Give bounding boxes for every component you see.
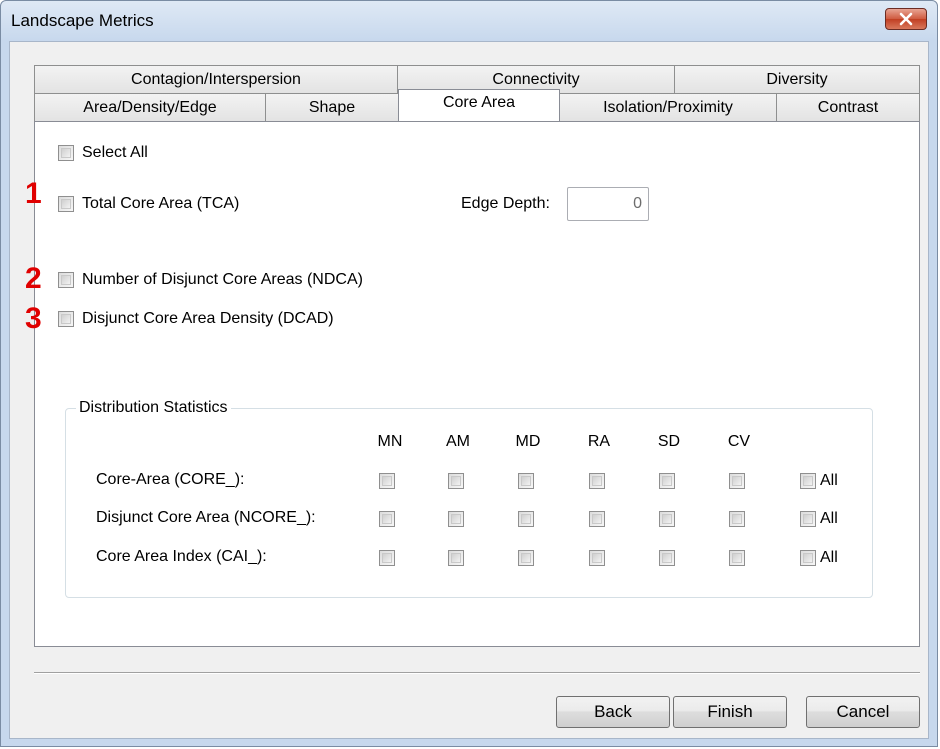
dcad-label: Disjunct Core Area Density (DCAD) [82, 310, 334, 327]
finish-button[interactable]: Finish [673, 696, 787, 728]
ncore-cv-checkbox[interactable] [729, 511, 745, 527]
edge-depth-label: Edge Depth: [461, 195, 550, 212]
core-ra-checkbox[interactable] [589, 473, 605, 489]
column-header-mn: MN [377, 433, 403, 450]
core-md-checkbox[interactable] [518, 473, 534, 489]
core-sd-checkbox[interactable] [659, 473, 675, 489]
tca-checkbox[interactable] [58, 196, 74, 212]
annotation-2: 2 [25, 262, 42, 295]
dialog-window: Landscape Metrics Contagion/Interspersio… [0, 0, 938, 747]
close-icon [899, 12, 913, 26]
ncore-all-checkbox[interactable] [800, 511, 816, 527]
dialog-client: Contagion/Interspersion Connectivity Div… [9, 41, 929, 739]
annotation-1: 1 [25, 177, 42, 210]
column-header-md: MD [515, 433, 541, 450]
cai-am-checkbox[interactable] [448, 550, 464, 566]
core-cv-checkbox[interactable] [729, 473, 745, 489]
title-bar[interactable]: Landscape Metrics [1, 1, 937, 41]
tab-area-density-edge[interactable]: Area/Density/Edge [34, 93, 266, 121]
tab-contrast[interactable]: Contrast [776, 93, 920, 121]
select-all-label: Select All [82, 144, 148, 161]
cai-all-label: All [820, 549, 838, 566]
core-mn-checkbox[interactable] [379, 473, 395, 489]
core-all-checkbox[interactable] [800, 473, 816, 489]
dcad-checkbox[interactable] [58, 311, 74, 327]
ncore-md-checkbox[interactable] [518, 511, 534, 527]
tab-shape[interactable]: Shape [265, 93, 399, 121]
tab-diversity[interactable]: Diversity [674, 65, 920, 93]
cai-md-checkbox[interactable] [518, 550, 534, 566]
cancel-button[interactable]: Cancel [806, 696, 920, 728]
cai-row-label: Core Area Index (CAI_): [96, 548, 267, 565]
edge-depth-input[interactable]: 0 [567, 187, 649, 221]
distribution-statistics-title: Distribution Statistics [76, 399, 231, 417]
ncore-all-label: All [820, 510, 838, 527]
back-button[interactable]: Back [556, 696, 670, 728]
cai-sd-checkbox[interactable] [659, 550, 675, 566]
distribution-statistics-group: Distribution Statistics MN AM MD RA SD C… [65, 399, 873, 598]
ncore-sd-checkbox[interactable] [659, 511, 675, 527]
core-area-panel: Select All 1 Total Core Area (TCA) Edge … [25, 121, 920, 647]
ncore-am-checkbox[interactable] [448, 511, 464, 527]
column-header-sd: SD [657, 433, 681, 450]
select-all-checkbox[interactable] [58, 145, 74, 161]
ndca-label: Number of Disjunct Core Areas (NDCA) [82, 271, 363, 288]
cai-ra-checkbox[interactable] [589, 550, 605, 566]
ndca-checkbox[interactable] [58, 272, 74, 288]
column-header-ra: RA [587, 433, 611, 450]
footer-separator [34, 672, 920, 674]
ncore-ra-checkbox[interactable] [589, 511, 605, 527]
core-row-label: Core-Area (CORE_): [96, 471, 245, 488]
close-button[interactable] [885, 8, 927, 30]
cai-cv-checkbox[interactable] [729, 550, 745, 566]
column-header-am: AM [446, 433, 470, 450]
core-all-label: All [820, 472, 838, 489]
cai-mn-checkbox[interactable] [379, 550, 395, 566]
ncore-mn-checkbox[interactable] [379, 511, 395, 527]
window-title: Landscape Metrics [11, 11, 154, 30]
annotation-3: 3 [25, 302, 42, 335]
tca-label: Total Core Area (TCA) [82, 195, 240, 212]
tab-contagion-interspersion[interactable]: Contagion/Interspersion [34, 65, 398, 93]
cai-all-checkbox[interactable] [800, 550, 816, 566]
column-header-cv: CV [727, 433, 751, 450]
tab-isolation-proximity[interactable]: Isolation/Proximity [559, 93, 777, 121]
tab-core-area[interactable]: Core Area [398, 89, 560, 121]
core-am-checkbox[interactable] [448, 473, 464, 489]
ncore-row-label: Disjunct Core Area (NCORE_): [96, 509, 316, 526]
